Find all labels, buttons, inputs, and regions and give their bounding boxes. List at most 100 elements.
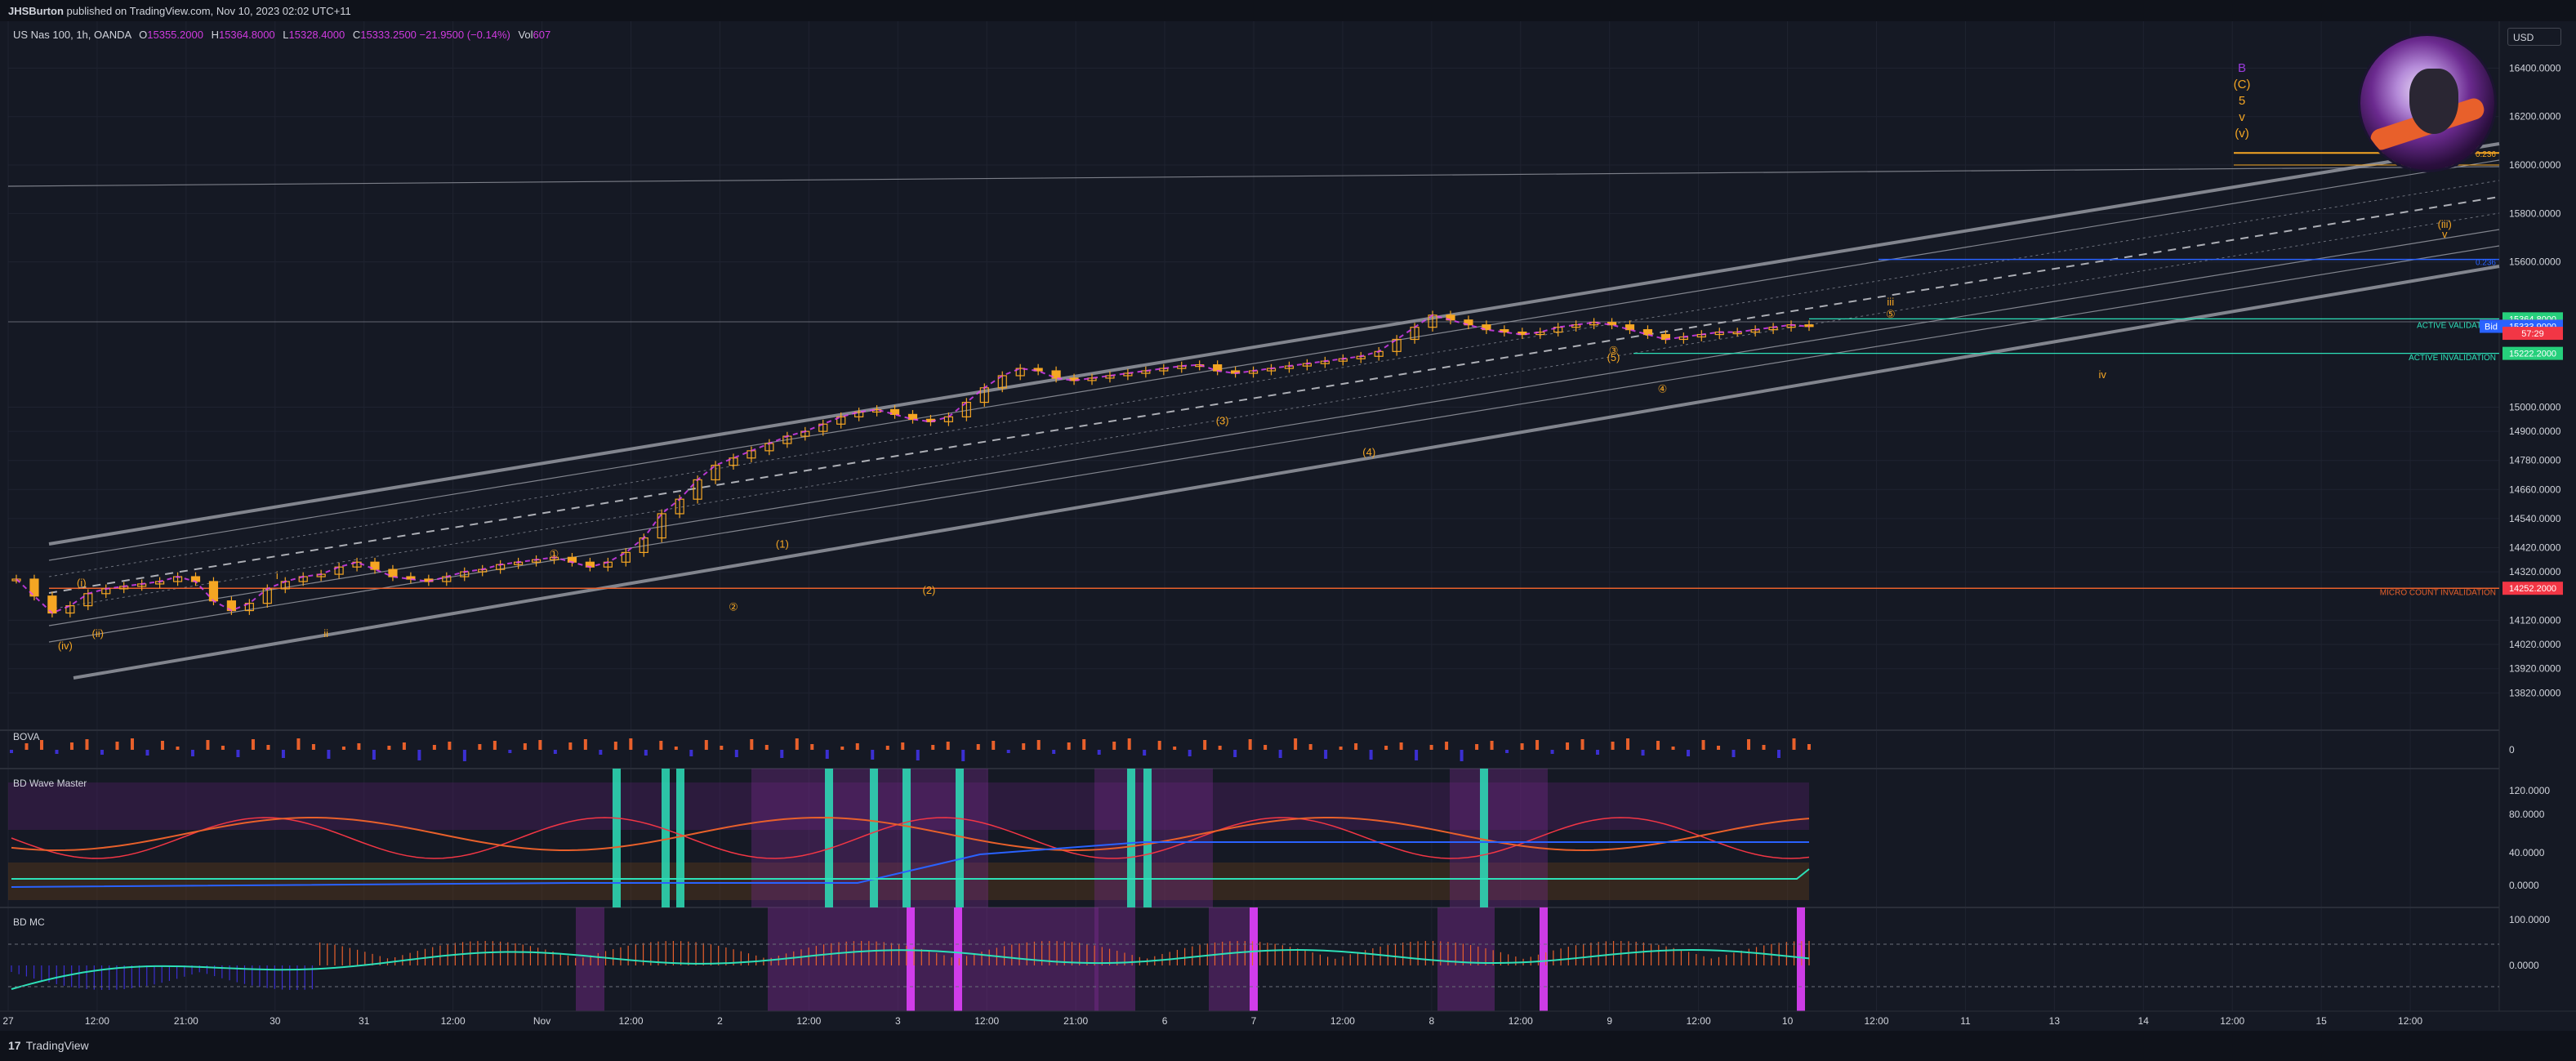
brand-name: TradingView: [25, 1039, 89, 1052]
time-axis-label: 13: [2049, 1015, 2061, 1027]
price-axis-label: 14540.0000: [2509, 513, 2561, 524]
time-axis-label: 30: [270, 1015, 281, 1027]
bova-bar: [327, 750, 331, 759]
ohlc-legend: US Nas 100, 1h, OANDA O15355.2000 H15364…: [13, 29, 550, 41]
bova-bar: [568, 742, 573, 750]
wave-label: (iv): [58, 640, 73, 652]
bova-bar: [402, 742, 406, 750]
wave-axis-label: 120.0000: [2509, 785, 2550, 796]
price-axis-label: 16000.0000: [2509, 159, 2561, 171]
bova-bar: [432, 745, 436, 750]
bova-bar: [1445, 742, 1449, 750]
wave-signal-bar: [1143, 769, 1152, 907]
bova-bar: [1173, 747, 1177, 750]
time-axis-label: 11: [1960, 1015, 1971, 1027]
bova-bar: [190, 750, 194, 756]
bova-bar: [1308, 744, 1313, 750]
bova-bar: [492, 741, 497, 750]
time-axis-label: 12:00: [2398, 1015, 2422, 1027]
bova-bar: [39, 740, 43, 750]
bova-bar: [780, 750, 784, 758]
bova-bar: [221, 746, 225, 750]
wave-label: (i): [77, 577, 87, 589]
footer-bar: 17 TradingView: [0, 1031, 2576, 1061]
chart-area[interactable]: 0.236 0.236 ACTIVE VALIDATION ACTIVE INVALI…: [0, 21, 2576, 1031]
time-axis-label: 12:00: [796, 1015, 821, 1027]
bova-bar: [1717, 746, 1721, 750]
bova-bar: [1550, 750, 1554, 754]
tradingview-brand[interactable]: 17 TradingView: [8, 1039, 89, 1052]
bova-bar: [1747, 739, 1751, 750]
low-label: L: [283, 29, 289, 41]
bova-bar: [1248, 739, 1252, 750]
bova-bar: [1188, 750, 1192, 756]
mc-panel-label[interactable]: BD MC: [13, 916, 45, 928]
bova-bar: [1535, 740, 1540, 750]
bova-bar: [1143, 750, 1147, 756]
bova-bar: [644, 750, 648, 756]
high-value: 15364.8000: [218, 29, 275, 41]
price-badge-value: 15222.2000: [2509, 350, 2556, 359]
bova-bar: [1022, 743, 1026, 750]
mc-shaded-band: [1094, 907, 1135, 1011]
close-value: 15333.2500: [360, 29, 417, 41]
bova-bar: [1369, 750, 1373, 760]
wave-label: (2): [923, 584, 936, 596]
price-axis-label: 14780.0000: [2509, 455, 2561, 466]
wave-axis-label: 40.0000: [2509, 847, 2545, 858]
wave-axis-label: 0.0000: [2509, 880, 2539, 891]
bova-bar: [1112, 742, 1116, 750]
price-badge-tag-label: Bid: [2485, 323, 2498, 332]
chart-svg[interactable]: 0.2360.236ACTIVE VALIDATIONACTIVE INVALI…: [0, 21, 2576, 1031]
price-axis-label: 13820.0000: [2509, 687, 2561, 698]
symbol-label[interactable]: US Nas 100, 1h, OANDA: [13, 29, 131, 41]
active-invalidation-label: ACTIVE INVALIDATION: [2409, 354, 2496, 363]
bova-bar: [538, 740, 542, 750]
mc-shaded-band: [768, 907, 1099, 1011]
bova-bar: [206, 740, 210, 750]
wave-stack-label: 5: [2239, 94, 2245, 108]
bova-bar: [523, 743, 527, 750]
bova-zero-label: 0: [2509, 744, 2515, 756]
author-name[interactable]: JHSBurton: [8, 5, 64, 17]
bova-bar: [387, 746, 391, 750]
bova-bar: [1203, 740, 1207, 750]
time-axis-label: 12:00: [2220, 1015, 2244, 1027]
bova-bar: [69, 742, 74, 750]
micro-invalidation-label: MICRO COUNT INVALIDATION: [2380, 588, 2496, 597]
mc-signal-bar: [907, 907, 915, 1011]
change-value: −21.9500 (−0.14%): [419, 29, 510, 41]
published-info: JHSBurton published on TradingView.com, …: [8, 5, 351, 17]
bova-bar: [1460, 750, 1464, 761]
bova-bar: [689, 750, 693, 756]
wave-label: ②: [729, 601, 738, 613]
price-axis-label: 15800.0000: [2509, 207, 2561, 219]
bova-bar: [55, 750, 59, 754]
bova-bar: [1792, 738, 1796, 750]
wave-panel-label[interactable]: BD Wave Master: [13, 778, 87, 789]
wave-stack-label: v: [2239, 110, 2245, 124]
bova-bar: [372, 750, 376, 760]
wave-label: iii: [1887, 296, 1894, 308]
bova-bar: [583, 739, 587, 750]
time-axis-label: 7: [1251, 1015, 1257, 1027]
bova-bar: [1520, 743, 1524, 750]
bova-bar: [1006, 750, 1010, 753]
bova-bar: [417, 750, 421, 760]
bova-bar: [296, 738, 301, 750]
wave-signal-bar: [902, 769, 911, 907]
bova-panel-label[interactable]: BOVA: [13, 731, 39, 742]
bova-bar: [750, 739, 754, 750]
bova-bar: [1671, 747, 1675, 750]
currency-button[interactable]: USD: [2507, 28, 2561, 46]
bova-bar: [931, 745, 935, 750]
fib-blue-label: 0.236: [2476, 259, 2496, 268]
publish-bar: JHSBurton published on TradingView.com, …: [0, 0, 2576, 21]
bova-bar: [1324, 750, 1328, 759]
bova-bar: [1475, 744, 1479, 750]
wave-label: (1): [776, 537, 789, 550]
bova-bar: [720, 746, 724, 750]
bova-bar: [871, 750, 875, 760]
bova-bar: [1339, 747, 1343, 750]
bova-bar: [10, 750, 13, 753]
